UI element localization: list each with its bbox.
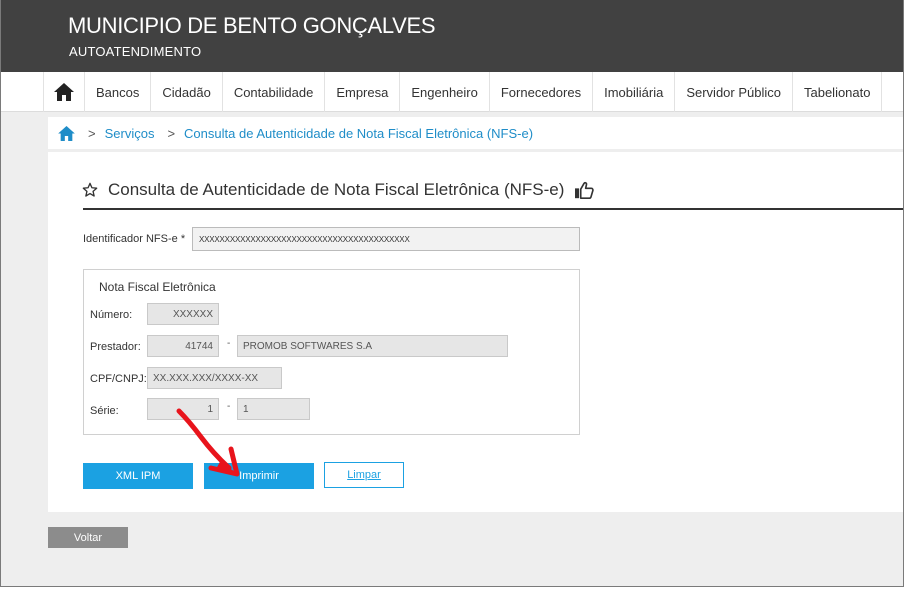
identificador-input[interactable]: XXXXXXXXXXXXXXXXXXXXXXXXXXXXXXXXXXXXXXXX… [192, 227, 580, 251]
top-nav: Bancos Cidadão Contabilidade Empresa Eng… [1, 72, 903, 112]
breadcrumb: > Serviços > Consulta de Autenticidade d… [48, 117, 903, 149]
breadcrumb-separator: > [167, 125, 176, 141]
page-title: Consulta de Autenticidade de Nota Fiscal… [108, 180, 565, 199]
nav-item-empresa[interactable]: Empresa [325, 72, 401, 112]
dash-separator: - [227, 338, 231, 349]
breadcrumb-home[interactable] [58, 125, 75, 141]
heading-divider [83, 208, 903, 210]
prestador-name-field: PROMOB SOFTWARES S.A [237, 335, 508, 357]
fieldset-legend: Nota Fiscal Eletrônica [99, 280, 216, 294]
app-subtitle: AUTOATENDIMENTO [69, 44, 202, 59]
identificador-label: Identificador NFS-e * [83, 233, 186, 245]
home-icon [58, 125, 75, 141]
nav-item-fornecedores[interactable]: Fornecedores [490, 72, 594, 112]
nav-item-imobiliaria[interactable]: Imobiliária [593, 72, 676, 112]
numero-label: Número: [90, 309, 133, 321]
limpar-button[interactable]: Limpar [324, 462, 404, 488]
nav-item-cidadao[interactable]: Cidadão [151, 72, 223, 112]
serie-field: 1 [147, 398, 219, 420]
main-card: Consulta de Autenticidade de Nota Fiscal… [48, 152, 903, 512]
prestador-code-field: 41744 [147, 335, 219, 357]
municipality-title: MUNICIPIO DE BENTO GONÇALVES [68, 13, 436, 38]
home-icon [54, 83, 74, 101]
nota-fiscal-fieldset: Nota Fiscal Eletrônica Número: XXXXXX Pr… [83, 269, 580, 435]
serie-field-2: 1 [237, 398, 310, 420]
breadcrumb-servicos[interactable]: Serviços [105, 126, 155, 141]
app-frame: MUNICIPIO DE BENTO GONÇALVES AUTOATENDIM… [0, 0, 904, 587]
nav-item-tabelionato[interactable]: Tabelionato [793, 72, 883, 112]
thumbs-up-icon [575, 181, 595, 199]
serie-label: Série: [90, 405, 119, 417]
xml-ipm-button[interactable]: XML IPM [83, 463, 193, 489]
breadcrumb-separator: > [88, 125, 96, 141]
page-heading: Consulta de Autenticidade de Nota Fiscal… [82, 180, 595, 200]
voltar-button[interactable]: Voltar [48, 527, 128, 548]
dash-separator: - [227, 401, 231, 412]
prestador-label: Prestador: [90, 341, 141, 353]
numero-field: XXXXXX [147, 303, 219, 325]
nav-item-engenheiro[interactable]: Engenheiro [400, 72, 490, 112]
nav-item-contabilidade[interactable]: Contabilidade [223, 72, 326, 112]
breadcrumb-current[interactable]: Consulta de Autenticidade de Nota Fiscal… [184, 126, 533, 141]
cpf-cnpj-field: XX.XXX.XXX/XXXX-XX [147, 367, 282, 389]
star-outline-icon[interactable] [82, 182, 98, 198]
nav-item-bancos[interactable]: Bancos [85, 72, 152, 112]
imprimir-button[interactable]: Imprimir [204, 463, 314, 489]
header: MUNICIPIO DE BENTO GONÇALVES AUTOATENDIM… [1, 0, 903, 72]
like-button[interactable] [574, 181, 595, 199]
nav-home[interactable] [43, 72, 85, 112]
cpf-cnpj-label: CPF/CNPJ: [90, 373, 147, 385]
nav-item-servidor-publico[interactable]: Servidor Público [675, 72, 793, 112]
